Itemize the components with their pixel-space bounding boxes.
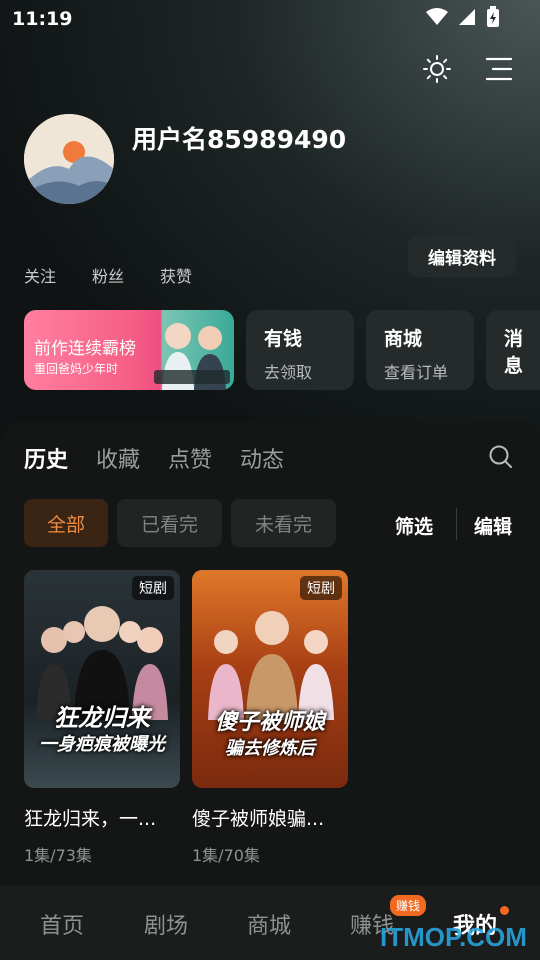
battery-icon <box>487 6 499 27</box>
avatar[interactable] <box>24 114 114 204</box>
avatar-landscape-image <box>24 114 114 204</box>
drama-title[interactable]: 狂龙归来，一... <box>24 804 180 831</box>
filter-divider <box>456 508 457 540</box>
status-time: 11:19 <box>12 8 73 30</box>
drama-tag: 短剧 <box>132 576 174 600</box>
banner-title: 前作连续霸榜 <box>34 339 136 359</box>
drama-title[interactable]: 傻子被师娘骗... <box>192 804 348 831</box>
nav-theater[interactable]: 剧场 <box>144 908 188 940</box>
username: 用户名85989490 <box>132 125 347 154</box>
profile-stats: 关注 粉丝 获赞 <box>24 263 192 287</box>
quick-card-title: 消息 <box>504 328 524 377</box>
nav-shop[interactable]: 商城 <box>247 908 291 940</box>
tab-history[interactable]: 历史 <box>24 442 68 474</box>
chip-unfinished[interactable]: 未看完 <box>231 499 336 547</box>
chip-all[interactable]: 全部 <box>24 499 108 547</box>
quick-card-title: 有钱 <box>264 328 303 350</box>
drama-poster[interactable]: 短剧 傻子被师娘 骗去修炼后 <box>192 570 348 788</box>
nav-home[interactable]: 首页 <box>40 908 84 940</box>
stat-followers[interactable]: 粉丝 <box>92 263 124 287</box>
banner-cast-image <box>154 323 230 390</box>
poster-title-line-1: 狂龙归来 <box>54 704 150 732</box>
quick-card-subtitle: 去领取 <box>264 363 313 382</box>
quick-card-messages[interactable]: 消息 查看 <box>486 310 540 390</box>
drama-episode-progress: 1集/70集 <box>192 846 260 865</box>
tab-likes[interactable]: 点赞 <box>168 442 212 474</box>
content-tabs: 历史 收藏 点赞 动态 <box>24 442 284 474</box>
signal-icon <box>459 9 475 25</box>
tab-favorites[interactable]: 收藏 <box>96 442 140 474</box>
filter-button[interactable]: 筛选 <box>395 512 433 539</box>
drama-poster[interactable]: 短剧 狂龙归来 一身疤痕被曝光 <box>24 570 180 788</box>
watermark: ITMOP.COM <box>380 922 527 952</box>
drama-episode-progress: 1集/73集 <box>24 846 92 865</box>
header-background <box>0 0 540 460</box>
edit-list-button[interactable]: 编辑 <box>474 512 512 539</box>
poster-title-line-2: 一身疤痕被曝光 <box>39 734 165 755</box>
poster-title-line-1: 傻子被师娘 <box>214 710 325 735</box>
earn-badge: 赚钱 <box>390 895 427 916</box>
stat-likes[interactable]: 获赞 <box>160 263 192 287</box>
status-bar: 11:19 <box>0 0 540 36</box>
poster-title-line-2: 骗去修炼后 <box>225 738 315 759</box>
quick-card-earnings[interactable]: 有钱 去领取 <box>246 310 354 390</box>
notification-dot <box>500 906 509 915</box>
promo-banner[interactable]: 前作连续霸榜 重回爸妈少年时 <box>24 310 234 390</box>
menu-icon[interactable] <box>484 54 514 84</box>
stat-following[interactable]: 关注 <box>24 263 56 287</box>
edit-profile-button[interactable]: 编辑资料 <box>408 235 516 277</box>
drama-tag: 短剧 <box>300 576 342 600</box>
banner-subtitle: 重回爸妈少年时 <box>34 362 119 376</box>
status-icons <box>426 6 500 28</box>
chip-finished[interactable]: 已看完 <box>117 499 222 547</box>
search-icon[interactable] <box>488 444 514 470</box>
quick-card-shop[interactable]: 商城 查看订单 <box>366 310 474 390</box>
quick-card-subtitle: 查看 <box>504 386 522 390</box>
theme-toggle-sun-icon[interactable] <box>422 54 452 84</box>
wifi-icon <box>426 8 448 25</box>
tab-activity[interactable]: 动态 <box>240 442 284 474</box>
quick-card-title: 商城 <box>384 328 423 350</box>
quick-card-subtitle: 查看订单 <box>384 363 449 382</box>
